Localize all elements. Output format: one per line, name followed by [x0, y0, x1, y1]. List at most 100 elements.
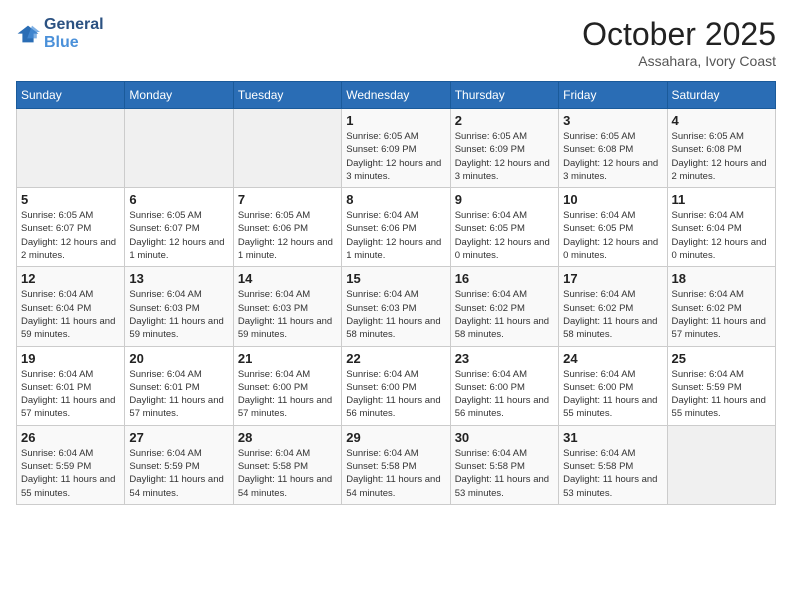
day-number: 5 — [21, 192, 120, 207]
month-title: October 2025 — [582, 16, 776, 53]
logo-line1: General — [44, 16, 104, 34]
day-info: Sunrise: 6:04 AMSunset: 5:59 PMDaylight:… — [129, 447, 228, 500]
day-info: Sunrise: 6:04 AMSunset: 6:04 PMDaylight:… — [21, 288, 120, 341]
logo-line2: Blue — [44, 34, 104, 52]
day-info: Sunrise: 6:04 AMSunset: 6:02 PMDaylight:… — [672, 288, 771, 341]
day-info: Sunrise: 6:05 AMSunset: 6:06 PMDaylight:… — [238, 209, 337, 262]
day-info: Sunrise: 6:04 AMSunset: 5:58 PMDaylight:… — [455, 447, 554, 500]
day-info: Sunrise: 6:04 AMSunset: 6:04 PMDaylight:… — [672, 209, 771, 262]
day-number: 19 — [21, 351, 120, 366]
day-number: 12 — [21, 271, 120, 286]
calendar-cell: 8 Sunrise: 6:04 AMSunset: 6:06 PMDaylight… — [342, 188, 450, 267]
calendar-cell — [667, 425, 775, 504]
calendar-cell: 27Sunrise: 6:04 AMSunset: 5:59 PMDayligh… — [125, 425, 233, 504]
calendar-cell: 13 Sunrise: 6:04 AMSunset: 6:03 PMDayligh… — [125, 267, 233, 346]
calendar-table: SundayMondayTuesdayWednesdayThursdayFrid… — [16, 81, 776, 505]
day-number: 25 — [672, 351, 771, 366]
day-info: Sunrise: 6:04 AMSunset: 6:02 PMDaylight:… — [455, 288, 554, 341]
day-info: Sunrise: 6:05 AMSunset: 6:09 PMDaylight:… — [346, 130, 445, 183]
day-number: 29 — [346, 430, 445, 445]
day-info: Sunrise: 6:04 AMSunset: 6:00 PMDaylight:… — [563, 368, 662, 421]
calendar-cell: 3 Sunrise: 6:05 AMSunset: 6:08 PMDaylight… — [559, 109, 667, 188]
day-number: 22 — [346, 351, 445, 366]
calendar-cell: 16 Sunrise: 6:04 AMSunset: 6:02 PMDayligh… — [450, 267, 558, 346]
day-number: 3 — [563, 113, 662, 128]
day-info: Sunrise: 6:05 AMSunset: 6:07 PMDaylight:… — [129, 209, 228, 262]
day-info: Sunrise: 6:04 AMSunset: 5:59 PMDaylight:… — [672, 368, 771, 421]
weekday-header: Sunday — [17, 82, 125, 109]
calendar-cell — [125, 109, 233, 188]
day-info: Sunrise: 6:04 AMSunset: 6:01 PMDaylight:… — [129, 368, 228, 421]
calendar-cell: 9Sunrise: 6:04 AMSunset: 6:05 PMDaylight… — [450, 188, 558, 267]
day-number: 14 — [238, 271, 337, 286]
day-number: 28 — [238, 430, 337, 445]
calendar-header: SundayMondayTuesdayWednesdayThursdayFrid… — [17, 82, 776, 109]
calendar-cell: 21 Sunrise: 6:04 AMSunset: 6:00 PMDayligh… — [233, 346, 341, 425]
day-number: 26 — [21, 430, 120, 445]
calendar-cell — [233, 109, 341, 188]
day-number: 9 — [455, 192, 554, 207]
day-number: 23 — [455, 351, 554, 366]
day-number: 13 — [129, 271, 228, 286]
location: Assahara, Ivory Coast — [582, 53, 776, 69]
calendar-cell: 22 Sunrise: 6:04 AMSunset: 6:00 PMDayligh… — [342, 346, 450, 425]
calendar-cell: 24 Sunrise: 6:04 AMSunset: 6:00 PMDayligh… — [559, 346, 667, 425]
day-number: 16 — [455, 271, 554, 286]
weekday-header: Tuesday — [233, 82, 341, 109]
day-number: 8 — [346, 192, 445, 207]
day-info: Sunrise: 6:04 AMSunset: 5:58 PMDaylight:… — [346, 447, 445, 500]
day-number: 20 — [129, 351, 228, 366]
calendar-cell: 20 Sunrise: 6:04 AMSunset: 6:01 PMDayligh… — [125, 346, 233, 425]
day-info: Sunrise: 6:04 AMSunset: 6:03 PMDaylight:… — [129, 288, 228, 341]
calendar-cell: 12 Sunrise: 6:04 AMSunset: 6:04 PMDayligh… — [17, 267, 125, 346]
calendar-cell: 19 Sunrise: 6:04 AMSunset: 6:01 PMDayligh… — [17, 346, 125, 425]
day-number: 7 — [238, 192, 337, 207]
calendar-cell: 4Sunrise: 6:05 AMSunset: 6:08 PMDaylight… — [667, 109, 775, 188]
day-info: Sunrise: 6:04 AMSunset: 6:03 PMDaylight:… — [346, 288, 445, 341]
day-info: Sunrise: 6:04 AMSunset: 5:58 PMDaylight:… — [563, 447, 662, 500]
calendar-cell: 28Sunrise: 6:04 AMSunset: 5:58 PMDayligh… — [233, 425, 341, 504]
day-number: 1 — [346, 113, 445, 128]
day-info: Sunrise: 6:04 AMSunset: 6:00 PMDaylight:… — [238, 368, 337, 421]
day-info: Sunrise: 6:04 AMSunset: 6:00 PMDaylight:… — [455, 368, 554, 421]
day-info: Sunrise: 6:05 AMSunset: 6:08 PMDaylight:… — [563, 130, 662, 183]
day-number: 21 — [238, 351, 337, 366]
weekday-header: Friday — [559, 82, 667, 109]
calendar-cell: 5 Sunrise: 6:05 AMSunset: 6:07 PMDaylight… — [17, 188, 125, 267]
day-number: 2 — [455, 113, 554, 128]
day-info: Sunrise: 6:04 AMSunset: 6:06 PMDaylight:… — [346, 209, 445, 262]
weekday-header: Wednesday — [342, 82, 450, 109]
day-number: 30 — [455, 430, 554, 445]
calendar-cell: 30 Sunrise: 6:04 AMSunset: 5:58 PMDayligh… — [450, 425, 558, 504]
day-number: 6 — [129, 192, 228, 207]
day-number: 10 — [563, 192, 662, 207]
calendar-cell: 10 Sunrise: 6:04 AMSunset: 6:05 PMDayligh… — [559, 188, 667, 267]
calendar-cell: 31 Sunrise: 6:04 AMSunset: 5:58 PMDayligh… — [559, 425, 667, 504]
weekday-header: Saturday — [667, 82, 775, 109]
title-section: October 2025 Assahara, Ivory Coast — [582, 16, 776, 69]
day-info: Sunrise: 6:04 AMSunset: 6:05 PMDaylight:… — [563, 209, 662, 262]
calendar-cell: 6 Sunrise: 6:05 AMSunset: 6:07 PMDaylight… — [125, 188, 233, 267]
day-info: Sunrise: 6:05 AMSunset: 6:07 PMDaylight:… — [21, 209, 120, 262]
calendar-cell: 29 Sunrise: 6:04 AMSunset: 5:58 PMDayligh… — [342, 425, 450, 504]
day-info: Sunrise: 6:04 AMSunset: 6:00 PMDaylight:… — [346, 368, 445, 421]
day-info: Sunrise: 6:04 AMSunset: 6:01 PMDaylight:… — [21, 368, 120, 421]
calendar-cell: 15 Sunrise: 6:04 AMSunset: 6:03 PMDayligh… — [342, 267, 450, 346]
weekday-header: Thursday — [450, 82, 558, 109]
day-info: Sunrise: 6:04 AMSunset: 5:59 PMDaylight:… — [21, 447, 120, 500]
calendar-cell: 25 Sunrise: 6:04 AMSunset: 5:59 PMDayligh… — [667, 346, 775, 425]
calendar-cell: 11 Sunrise: 6:04 AMSunset: 6:04 PMDayligh… — [667, 188, 775, 267]
day-number: 15 — [346, 271, 445, 286]
day-number: 31 — [563, 430, 662, 445]
calendar-cell: 23 Sunrise: 6:04 AMSunset: 6:00 PMDayligh… — [450, 346, 558, 425]
calendar-cell — [17, 109, 125, 188]
day-info: Sunrise: 6:05 AMSunset: 6:08 PMDaylight:… — [672, 130, 771, 183]
logo-icon — [16, 24, 40, 44]
logo: General Blue — [16, 16, 104, 51]
day-number: 24 — [563, 351, 662, 366]
calendar-cell: 18Sunrise: 6:04 AMSunset: 6:02 PMDayligh… — [667, 267, 775, 346]
calendar-cell: 26 Sunrise: 6:04 AMSunset: 5:59 PMDayligh… — [17, 425, 125, 504]
day-number: 11 — [672, 192, 771, 207]
calendar-cell: 17Sunrise: 6:04 AMSunset: 6:02 PMDayligh… — [559, 267, 667, 346]
calendar-cell: 1 Sunrise: 6:05 AMSunset: 6:09 PMDaylight… — [342, 109, 450, 188]
